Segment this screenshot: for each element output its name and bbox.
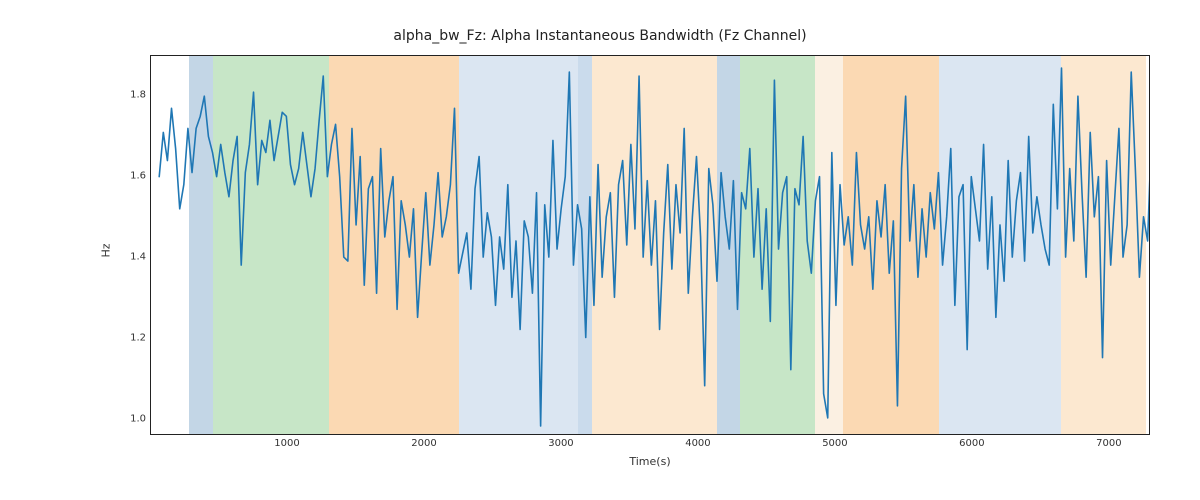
- y-axis-label: Hz: [96, 0, 116, 500]
- y-tick-mark: [150, 258, 151, 259]
- x-tick-label: 2000: [394, 438, 454, 449]
- y-tick-label: 1.4: [106, 252, 146, 263]
- y-tick-label: 1.2: [106, 332, 146, 343]
- x-tick-mark: [288, 434, 289, 435]
- y-tick-mark: [150, 96, 151, 97]
- x-tick-label: 6000: [942, 438, 1002, 449]
- plot-area: [150, 55, 1150, 435]
- x-tick-mark: [1110, 434, 1111, 435]
- x-axis-label: Time(s): [150, 455, 1150, 468]
- x-tick-mark: [562, 434, 563, 435]
- figure: alpha_bw_Fz: Alpha Instantaneous Bandwid…: [0, 0, 1200, 500]
- y-tick-label: 1.6: [106, 171, 146, 182]
- x-tick-mark: [425, 434, 426, 435]
- x-tick-label: 1000: [257, 438, 317, 449]
- line-series: [151, 56, 1149, 434]
- chart-title: alpha_bw_Fz: Alpha Instantaneous Bandwid…: [0, 28, 1200, 44]
- y-tick-mark: [150, 420, 151, 421]
- x-tick-label: 7000: [1079, 438, 1139, 449]
- x-tick-label: 4000: [668, 438, 728, 449]
- x-tick-mark: [973, 434, 974, 435]
- x-tick-mark: [836, 434, 837, 435]
- y-tick-mark: [150, 177, 151, 178]
- x-tick-mark: [699, 434, 700, 435]
- x-tick-label: 5000: [805, 438, 865, 449]
- y-tick-mark: [150, 339, 151, 340]
- x-tick-label: 3000: [531, 438, 591, 449]
- y-tick-label: 1.0: [106, 413, 146, 424]
- y-tick-label: 1.8: [106, 90, 146, 101]
